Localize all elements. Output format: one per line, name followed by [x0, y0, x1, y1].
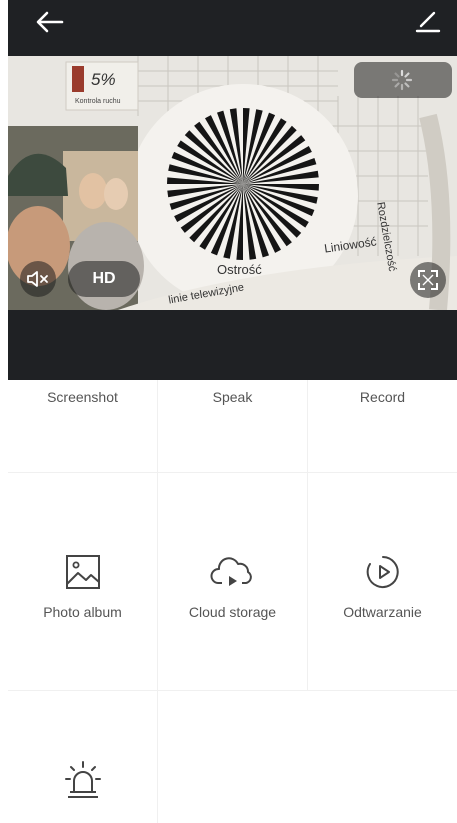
- camera-video-preview[interactable]: 5% Kontrola ruchu Ostrość Liniowość Rozd…: [8, 56, 457, 310]
- alarm-light-icon: [64, 761, 101, 798]
- cloud-storage-label: Cloud storage: [188, 604, 277, 620]
- photo-album-label: Photo album: [43, 604, 122, 620]
- playback-button[interactable]: Odtwarzanie: [308, 473, 457, 691]
- image-icon: [65, 555, 100, 589]
- spinner-icon: [391, 69, 413, 91]
- screenshot-button[interactable]: Screenshot: [8, 380, 158, 473]
- record-label: Record: [359, 389, 406, 405]
- arrow-left-icon[interactable]: [34, 10, 64, 34]
- cloud-play-icon: [210, 557, 252, 586]
- cloud-storage-button[interactable]: Cloud storage: [158, 473, 308, 691]
- record-button[interactable]: Record: [308, 380, 457, 473]
- label-sharpness: Ostrość: [217, 262, 262, 277]
- fullscreen-button[interactable]: [410, 262, 446, 298]
- playback-label: Odtwarzanie: [343, 604, 422, 620]
- quality-label: HD: [92, 270, 116, 287]
- controls-grid: Screenshot Speak Record Photo album Clou…: [8, 380, 457, 823]
- alarm-button[interactable]: [8, 691, 158, 823]
- loading-indicator: [354, 62, 452, 98]
- mute-button[interactable]: [20, 261, 56, 297]
- speak-label: Speak: [212, 389, 253, 405]
- playback-icon: [366, 556, 399, 588]
- top-bar: [8, 0, 457, 56]
- speaker-mute-icon: [27, 271, 48, 287]
- video-bottom-bar: [8, 310, 457, 380]
- overlay-caption: Kontrola ruchu: [75, 98, 121, 105]
- photo-album-button[interactable]: Photo album: [8, 473, 158, 691]
- speak-button[interactable]: Speak: [158, 380, 308, 473]
- quality-hd-button[interactable]: HD: [68, 261, 140, 297]
- screenshot-label: Screenshot: [47, 389, 118, 405]
- fullscreen-icon: [418, 270, 438, 290]
- overlay-percent: 5%: [91, 70, 116, 89]
- pencil-icon[interactable]: [415, 8, 441, 34]
